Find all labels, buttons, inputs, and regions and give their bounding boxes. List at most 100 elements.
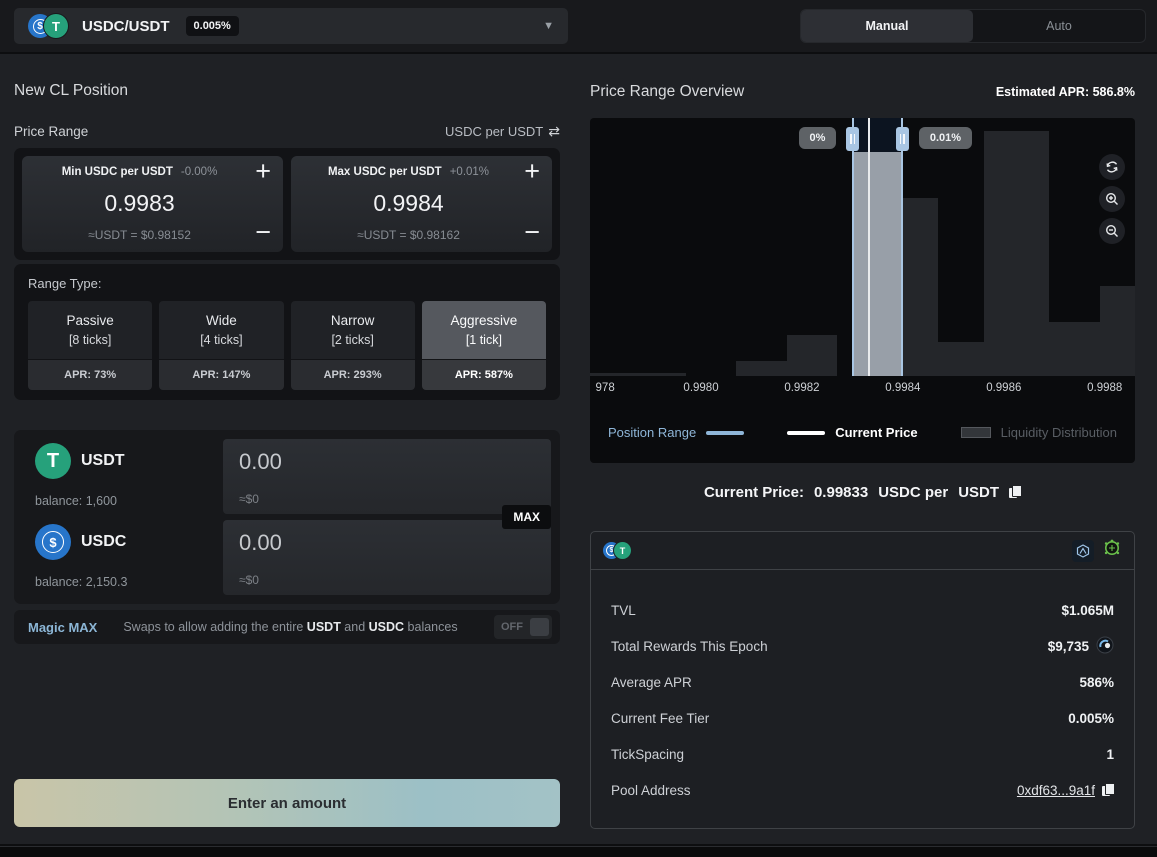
tab-auto[interactable]: Auto	[973, 10, 1145, 42]
range-min-drag-handle[interactable]	[846, 127, 859, 151]
range-max-drag-handle[interactable]	[896, 127, 909, 151]
x-axis-tick: 0.9986	[986, 382, 1021, 394]
range-type-label: Range Type:	[28, 276, 546, 291]
x-axis-tick: 0.9984	[885, 382, 920, 394]
max-price-pct: +0.01%	[450, 166, 489, 178]
info-row-fee-tier: Current Fee Tier 0.005%	[611, 700, 1114, 736]
price-range-overview-panel: Price Range Overview Estimated APR: 586.…	[590, 82, 1135, 829]
range-type-ticks: [8 ticks]	[69, 333, 111, 347]
copy-icon[interactable]	[1009, 485, 1021, 499]
turtle-icon[interactable]	[1102, 538, 1122, 563]
pair-name: USDC/USDT	[82, 18, 170, 35]
denomination-toggle[interactable]: USDC per USDT ⇄	[445, 123, 560, 140]
swap-arrows-icon: ⇄	[548, 123, 560, 140]
x-axis-tick: 0.9982	[784, 382, 819, 394]
refresh-icon[interactable]	[1099, 154, 1125, 180]
reward-token-icon	[1096, 636, 1114, 657]
aerodrome-icon[interactable]	[1072, 540, 1094, 562]
fee-tier-badge: 0.005%	[186, 16, 239, 36]
position-range-overlay[interactable]	[852, 118, 902, 376]
range-type-passive[interactable]: Passive [8 ticks] APR: 73%	[28, 301, 152, 390]
liquidity-bar	[1100, 286, 1135, 376]
token-symbol: USDC	[81, 533, 126, 551]
usdc-deposit-row: MAX $ USDC balance: 2,150.3 ≈$0	[23, 520, 551, 595]
x-axis-tick: 978	[596, 382, 615, 394]
chart-legend: Position Range Current Price Liquidity D…	[590, 402, 1135, 463]
range-type-box: Range Type: Passive [8 ticks] APR: 73% W…	[14, 264, 560, 400]
price-range-label: Price Range	[14, 124, 88, 139]
usdt-amount-input[interactable]	[239, 449, 535, 475]
max-price-increase-button[interactable]: +	[524, 158, 540, 185]
usdc-amount-input[interactable]	[239, 530, 535, 556]
page-title: New CL Position	[14, 82, 560, 100]
info-value: 0.005%	[1068, 711, 1114, 726]
range-type-ticks: [4 ticks]	[200, 333, 242, 347]
main-content: New CL Position Price Range USDC per USD…	[0, 54, 1157, 844]
range-type-narrow[interactable]: Narrow [2 ticks] APR: 293%	[291, 301, 415, 390]
submit-button[interactable]: Enter an amount	[14, 779, 560, 827]
max-price-approx: ≈USDT = $0.98162	[357, 228, 460, 242]
denomination-label: USDC per USDT	[445, 124, 543, 139]
new-position-panel: New CL Position Price Range USDC per USD…	[14, 82, 560, 644]
liquidity-bar	[984, 131, 1050, 376]
magic-max-label: Magic MAX	[28, 620, 97, 635]
copy-icon[interactable]	[1102, 783, 1114, 797]
legend-current-price: Current Price	[787, 425, 917, 440]
toggle-state-label: OFF	[494, 621, 530, 633]
usdt-icon: T	[35, 443, 71, 479]
liquidity-bar	[938, 342, 983, 376]
pair-selector[interactable]: $ T USDC/USDT 0.005% ▼	[14, 8, 568, 44]
usdt-icon: T	[614, 542, 631, 559]
usdc-amount-box: ≈$0	[223, 520, 551, 595]
range-type-name: Passive	[66, 313, 113, 328]
x-axis-tick: 0.9988	[1087, 382, 1122, 394]
range-type-ticks: [2 ticks]	[331, 333, 373, 347]
range-type-aggressive[interactable]: Aggressive [1 tick] APR: 587%	[422, 301, 546, 390]
magic-max-row: Magic MAX Swaps to allow adding the enti…	[14, 610, 560, 644]
current-price-value: 0.99833	[814, 484, 868, 501]
estimated-apr: Estimated APR: 586.8%	[996, 85, 1135, 99]
max-button[interactable]: MAX	[502, 505, 551, 529]
chart-controls	[1099, 154, 1125, 244]
liquidity-chart: 0% 0.01%	[590, 118, 1135, 463]
liquidity-bar	[787, 335, 837, 376]
info-row-average-apr: Average APR 586%	[611, 664, 1114, 700]
usdt-deposit-row: T USDT balance: 1,600 ≈$0	[23, 439, 551, 514]
magic-max-toggle[interactable]: OFF	[494, 615, 552, 639]
toggle-knob	[530, 618, 549, 636]
zoom-out-icon[interactable]	[1099, 218, 1125, 244]
tab-manual[interactable]: Manual	[801, 10, 973, 42]
current-price-row: Current Price: 0.99833 USDC per USDT	[590, 481, 1135, 503]
liquidity-swatch	[961, 427, 991, 438]
min-price-input[interactable]: 0.9983	[104, 190, 174, 217]
info-value: $9,735	[1048, 636, 1114, 657]
bottom-strip	[0, 846, 1157, 857]
liquidity-bar	[736, 361, 786, 376]
range-type-apr: APR: 587%	[422, 360, 546, 390]
current-price-label: Current Price:	[704, 484, 804, 501]
min-price-increase-button[interactable]: +	[255, 158, 271, 185]
pair-icons: $ T	[28, 14, 68, 38]
info-value: $1.065M	[1061, 603, 1114, 618]
magic-max-description: Swaps to allow adding the entire USDT an…	[123, 620, 468, 634]
range-pct-badge-right: 0.01%	[919, 127, 972, 149]
info-row-tick-spacing: TickSpacing 1	[611, 736, 1114, 772]
max-price-input[interactable]: 0.9984	[373, 190, 443, 217]
usdc-balance: balance: 2,150.3	[35, 575, 223, 589]
current-price-token: USDT	[958, 484, 999, 501]
usdt-icon: T	[44, 14, 68, 38]
position-range-swatch	[706, 431, 744, 435]
zoom-in-icon[interactable]	[1099, 186, 1125, 212]
info-label: Pool Address	[611, 783, 691, 798]
range-type-apr: APR: 147%	[159, 360, 283, 390]
max-price-card: Max USDC per USDT +0.01% 0.9984 ≈USDT = …	[291, 156, 552, 252]
x-axis-tick: 0.9980	[683, 382, 718, 394]
info-value: 1	[1106, 747, 1114, 762]
pool-address-link[interactable]: 0xdf63...9a1f	[1017, 783, 1095, 798]
overview-title: Price Range Overview	[590, 83, 744, 101]
liquidity-plot: 0% 0.01%	[590, 118, 1135, 376]
range-type-wide[interactable]: Wide [4 ticks] APR: 147%	[159, 301, 283, 390]
min-price-decrease-button[interactable]: −	[255, 219, 271, 246]
info-label: TVL	[611, 603, 636, 618]
max-price-decrease-button[interactable]: −	[524, 219, 540, 246]
